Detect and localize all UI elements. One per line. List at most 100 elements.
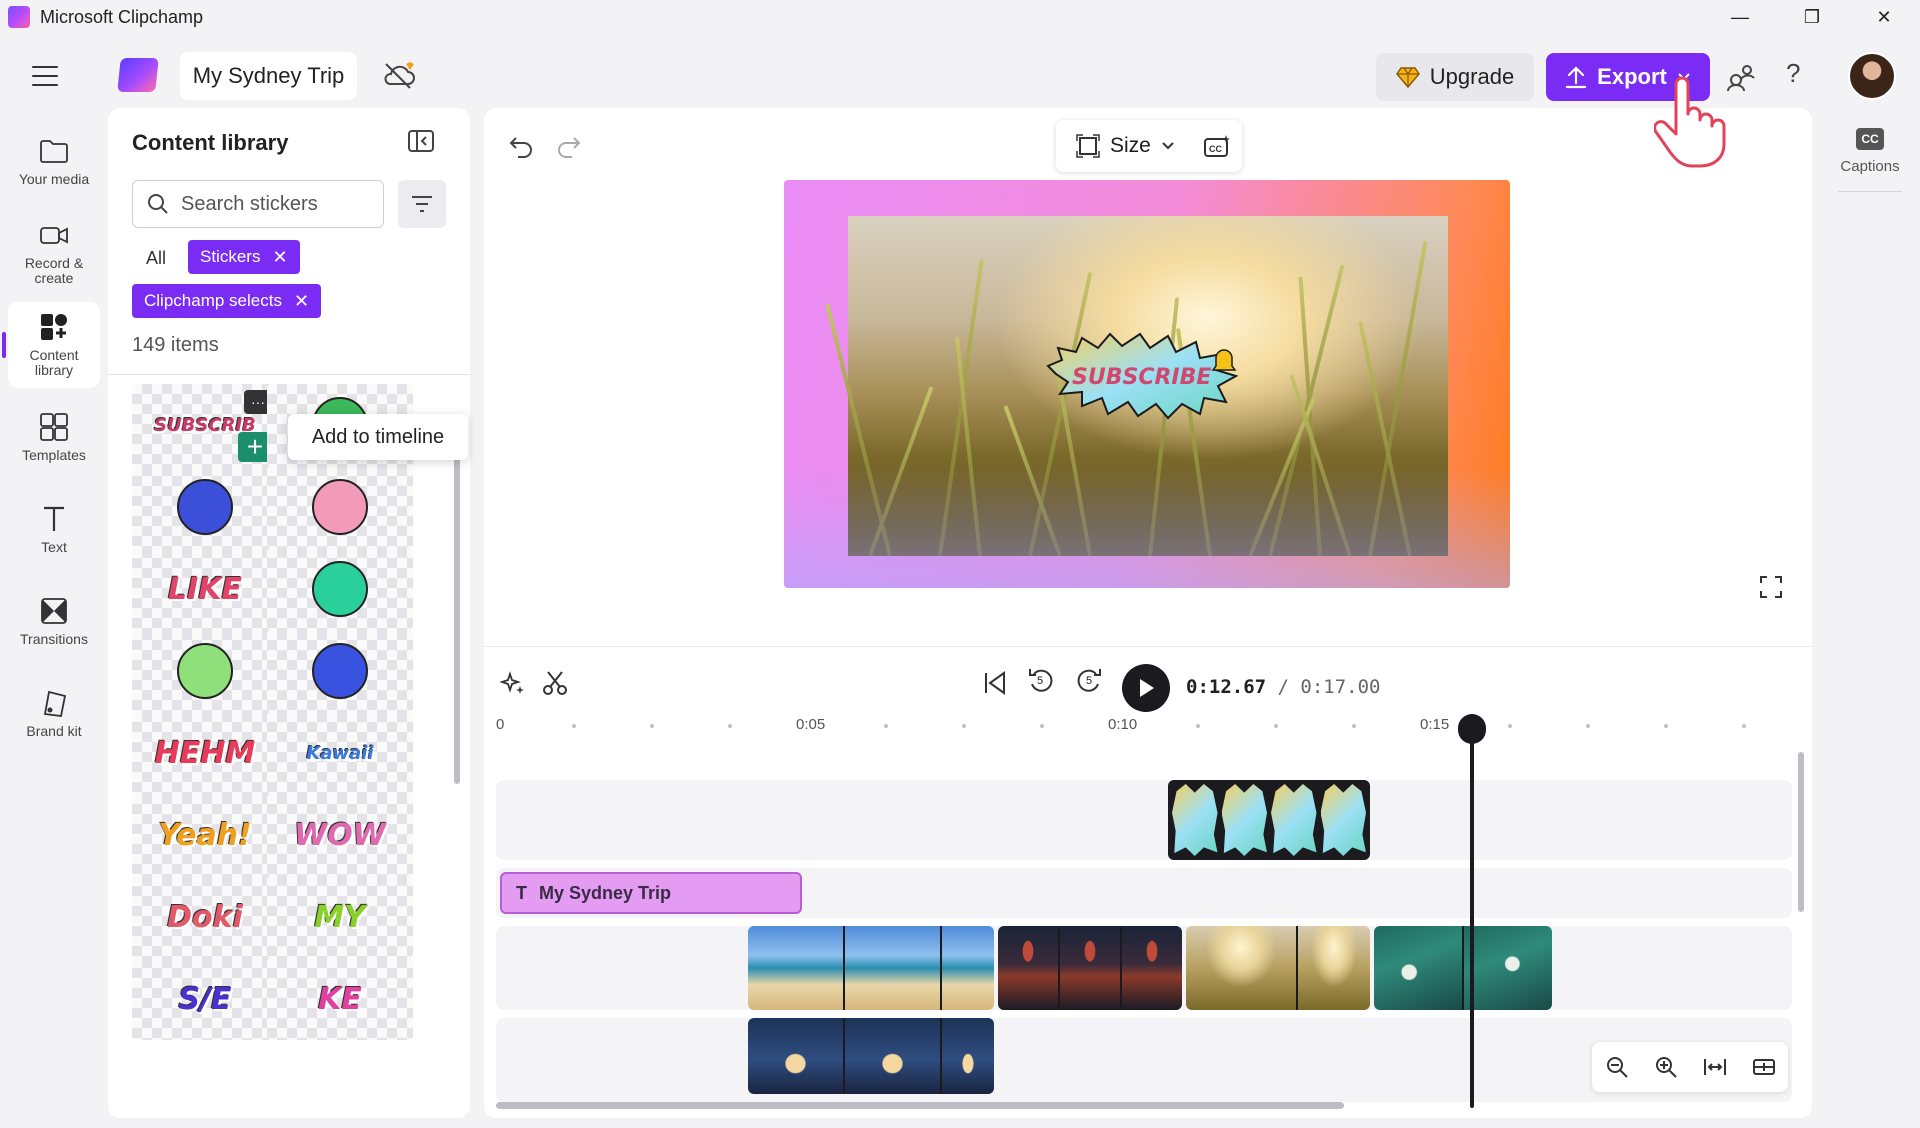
forward-5s-button[interactable]: 5 — [1074, 666, 1104, 696]
current-time: 0:12.67 — [1186, 676, 1267, 698]
redo-icon[interactable] — [556, 134, 582, 160]
skip-to-start-icon[interactable] — [982, 670, 1008, 696]
time-display: 0:12.67 / 0:17.00 — [1186, 676, 1380, 699]
chip-stickers[interactable]: Stickers ✕ — [188, 240, 300, 274]
rail-item-camera[interactable]: Record & create — [8, 210, 100, 296]
rail-item-transitions[interactable]: Transitions — [8, 578, 100, 664]
play-button[interactable] — [1122, 664, 1170, 712]
library-scrollbar[interactable] — [454, 454, 460, 784]
captions-button[interactable]: CC Captions — [1828, 128, 1912, 175]
zoom-out-icon[interactable] — [1605, 1055, 1629, 1079]
rail-item-folder[interactable]: Your media — [8, 118, 100, 204]
fit-timeline-icon[interactable] — [1703, 1055, 1727, 1079]
chip-clipchamp-selects[interactable]: Clipchamp selects ✕ — [132, 284, 322, 318]
upgrade-button[interactable]: Upgrade — [1376, 53, 1534, 101]
restore-button[interactable]: ❐ — [1776, 0, 1848, 34]
rail-item-templates[interactable]: Templates — [8, 394, 100, 480]
text-clip-icon: T — [516, 882, 527, 903]
share-people-icon[interactable] — [1726, 62, 1756, 92]
clip-frame — [1186, 926, 1299, 1010]
sparkle-sticker[interactable] — [267, 548, 413, 630]
se-sticker[interactable]: S/E — [132, 958, 278, 1040]
clipchamp-app-icon — [8, 6, 30, 28]
divider — [484, 646, 1812, 647]
planet-sticker[interactable] — [132, 466, 278, 548]
cloud-sync-off-icon[interactable] — [382, 60, 416, 90]
yeah-sticker[interactable]: Yeah! — [132, 794, 278, 876]
sticker-clip-frame — [1221, 784, 1267, 856]
undo-icon[interactable] — [508, 134, 534, 160]
clip-frame — [844, 926, 942, 1010]
split-scissors-icon[interactable] — [542, 670, 568, 696]
beach-clip[interactable] — [748, 926, 994, 1010]
captions-label: Captions — [1840, 158, 1900, 175]
filter-all[interactable]: All — [146, 248, 166, 269]
menu-hamburger-icon[interactable] — [32, 66, 58, 86]
minimize-button[interactable]: — — [1704, 0, 1776, 34]
surf-clip[interactable] — [1374, 926, 1552, 1010]
filter-button[interactable] — [398, 180, 446, 228]
size-button[interactable]: Size — [1110, 134, 1151, 158]
timeline-vertical-scrollbar[interactable] — [1798, 752, 1804, 912]
clipchamp-logo-icon — [117, 58, 159, 92]
timeline-ruler[interactable]: 0 0:05 0:10 0:15 — [484, 716, 1812, 746]
playback-controls: 5 5 0:12.67 / 0:17.00 — [484, 648, 1812, 718]
camera-icon — [40, 227, 68, 244]
close-button[interactable]: ✕ — [1848, 0, 1920, 34]
subscribe-sticker-preview[interactable]: SUBSCRIBE — [1046, 330, 1246, 420]
sticker-track[interactable] — [496, 780, 1792, 860]
sticker-label: Doki — [167, 899, 243, 935]
chip-close-icon[interactable]: ✕ — [272, 247, 287, 268]
my-them-sticker[interactable]: MY — [267, 876, 413, 958]
rail-item-content-library[interactable]: Content library — [2, 302, 100, 388]
smiley-sticker[interactable] — [132, 630, 278, 712]
divider — [1838, 191, 1902, 192]
timeline-horizontal-scrollbar[interactable] — [496, 1102, 1344, 1109]
magic-edit-icon[interactable] — [500, 670, 526, 696]
face-sticker[interactable] — [267, 466, 413, 548]
project-title-field[interactable]: My Sydney Trip — [180, 52, 357, 100]
doki-sticker[interactable]: Doki — [132, 876, 278, 958]
fullscreen-icon[interactable] — [1760, 576, 1782, 598]
auto-captions-icon[interactable]: CC — [1203, 134, 1231, 158]
text-clip-label: My Sydney Trip — [539, 882, 672, 903]
ruler-label: 0 — [496, 716, 505, 733]
user-avatar[interactable] — [1848, 52, 1896, 100]
sticker-clip[interactable] — [1168, 780, 1370, 860]
clip-frame — [998, 926, 1060, 1010]
subscribe-sticker[interactable]: SUBSCRIB ··· + — [132, 384, 278, 466]
hehm-sticker[interactable]: HEHM — [132, 712, 278, 794]
grass-clip[interactable] — [1186, 926, 1370, 1010]
help-icon[interactable]: ? — [1786, 58, 1800, 89]
opera-house-clip[interactable] — [748, 1018, 994, 1094]
ruler-tick — [1586, 724, 1590, 728]
tower-clip[interactable] — [998, 926, 1182, 1010]
zoom-in-icon[interactable] — [1654, 1055, 1678, 1079]
add-track-icon[interactable] — [1752, 1055, 1776, 1079]
like-heart-sticker[interactable]: LIKE — [132, 548, 278, 630]
text-clip[interactable]: T My Sydney Trip — [500, 872, 802, 914]
rewind-seconds: 5 — [1037, 675, 1044, 687]
window-controls: — ❐ ✕ — [1704, 0, 1920, 34]
ke-sticker[interactable]: KE — [267, 958, 413, 1040]
rail-item-brand-kit[interactable]: Brand kit — [8, 670, 100, 756]
sticker-label: MY — [314, 899, 366, 935]
playhead[interactable] — [1470, 718, 1474, 1108]
wow-sticker[interactable]: WOW — [267, 794, 413, 876]
rewind-5s-button[interactable]: 5 — [1026, 666, 1056, 696]
kawaii-sticker[interactable]: Kawaii — [267, 712, 413, 794]
rail-item-label: Text — [41, 538, 67, 555]
sticker-clip-frame — [1172, 784, 1218, 856]
bomb-sticker[interactable] — [267, 630, 413, 712]
search-input[interactable]: Search stickers — [132, 180, 384, 228]
ruler-tick — [1196, 724, 1200, 728]
sticker-label: Kawaii — [306, 742, 374, 764]
chip-close-icon[interactable]: ✕ — [294, 291, 309, 312]
preview-gradient — [784, 468, 1510, 588]
clip-frame — [844, 1018, 942, 1094]
collapse-panel-icon[interactable] — [408, 130, 434, 152]
ruler-tick — [1352, 724, 1356, 728]
ruler-label: 0:10 — [1108, 716, 1138, 733]
rail-item-text[interactable]: Text — [8, 486, 100, 572]
video-preview[interactable]: SUBSCRIBE — [784, 180, 1510, 588]
